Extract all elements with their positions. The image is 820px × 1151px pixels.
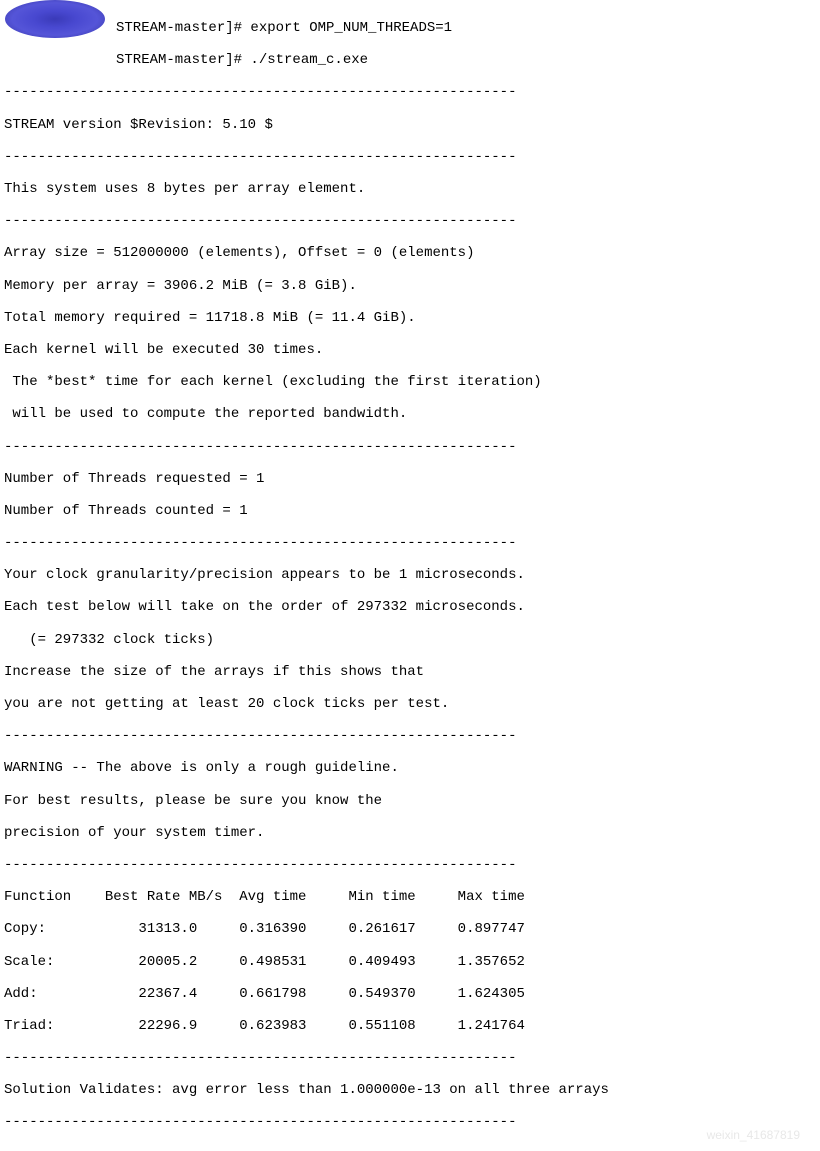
- results-header: Function Best Rate MB/s Avg time Min tim…: [4, 889, 816, 905]
- clock-granularity: Your clock granularity/precision appears…: [4, 567, 816, 583]
- divider-line: ----------------------------------------…: [4, 213, 816, 229]
- best-results: For best results, please be sure you kno…: [4, 793, 816, 809]
- shell-prompt-line-2: STREAM-master]# ./stream_c.exe: [116, 52, 816, 68]
- increase-arrays: Increase the size of the arrays if this …: [4, 664, 816, 680]
- memory-per-array: Memory per array = 3906.2 MiB (= 3.8 GiB…: [4, 278, 816, 294]
- result-triad: Triad: 22296.9 0.623983 0.551108 1.24176…: [4, 1018, 816, 1034]
- divider-line: ----------------------------------------…: [4, 1114, 816, 1130]
- divider-line: ----------------------------------------…: [4, 439, 816, 455]
- redacted-blob: [5, 0, 105, 38]
- divider-line: ----------------------------------------…: [4, 1050, 816, 1066]
- array-size: Array size = 512000000 (elements), Offse…: [4, 245, 816, 261]
- result-copy: Copy: 31313.0 0.316390 0.261617 0.897747: [4, 921, 816, 937]
- shell-prompt-line-1: STREAM-master]# export OMP_NUM_THREADS=1: [116, 20, 816, 36]
- system-info: This system uses 8 bytes per array eleme…: [4, 181, 816, 197]
- clock-ticks: (= 297332 clock ticks): [4, 632, 816, 648]
- result-add: Add: 22367.4 0.661798 0.549370 1.624305: [4, 986, 816, 1002]
- kernel-exec: Each kernel will be executed 30 times.: [4, 342, 816, 358]
- watermark: weixin_41687819: [707, 1129, 800, 1143]
- divider-line: ----------------------------------------…: [4, 149, 816, 165]
- result-scale: Scale: 20005.2 0.498531 0.409493 1.35765…: [4, 954, 816, 970]
- precision: precision of your system timer.: [4, 825, 816, 841]
- stream-version: STREAM version $Revision: 5.10 $: [4, 117, 816, 133]
- solution-validates: Solution Validates: avg error less than …: [4, 1082, 816, 1098]
- divider-line: ----------------------------------------…: [4, 535, 816, 551]
- total-memory: Total memory required = 11718.8 MiB (= 1…: [4, 310, 816, 326]
- warning: WARNING -- The above is only a rough gui…: [4, 760, 816, 776]
- not-getting: you are not getting at least 20 clock ti…: [4, 696, 816, 712]
- best-time-1: The *best* time for each kernel (excludi…: [4, 374, 816, 390]
- best-time-2: will be used to compute the reported ban…: [4, 406, 816, 422]
- test-order: Each test below will take on the order o…: [4, 599, 816, 615]
- threads-requested: Number of Threads requested = 1: [4, 471, 816, 487]
- terminal-output: STREAM-master]# export OMP_NUM_THREADS=1…: [0, 0, 820, 1151]
- divider-line: ----------------------------------------…: [4, 857, 816, 873]
- threads-counted: Number of Threads counted = 1: [4, 503, 816, 519]
- divider-line: ----------------------------------------…: [4, 84, 816, 100]
- divider-line: ----------------------------------------…: [4, 728, 816, 744]
